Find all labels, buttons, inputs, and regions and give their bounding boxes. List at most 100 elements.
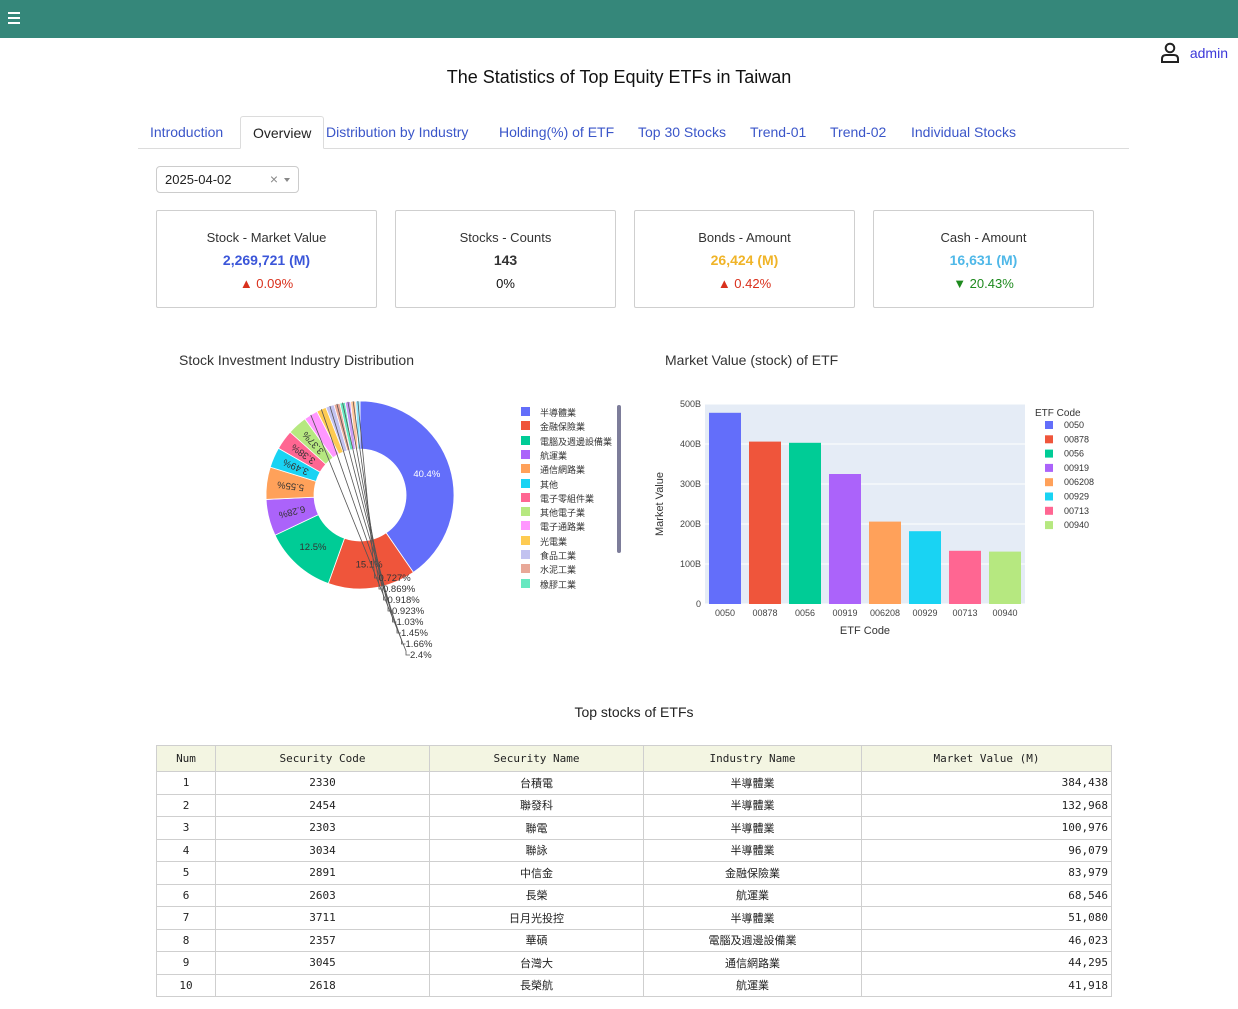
legend-swatch[interactable] bbox=[521, 449, 530, 459]
chevron-down-icon[interactable] bbox=[284, 178, 290, 182]
user-menu[interactable]: admin bbox=[1160, 42, 1228, 64]
legend-label[interactable]: 電子通路業 bbox=[540, 520, 585, 533]
cell-security-name: 日月光投控 bbox=[429, 906, 644, 930]
bar[interactable] bbox=[829, 474, 861, 604]
table-row[interactable]: 6 2603 長榮 航運業 68,546 bbox=[156, 883, 1112, 907]
legend-label[interactable]: 其他電子業 bbox=[540, 506, 585, 519]
tab-trend-01[interactable]: Trend-01 bbox=[738, 116, 818, 148]
legend-label[interactable]: 00929 bbox=[1064, 492, 1089, 502]
bar[interactable] bbox=[789, 442, 821, 604]
user-name-link[interactable]: admin bbox=[1190, 45, 1228, 61]
legend-swatch[interactable] bbox=[521, 507, 530, 517]
legend-label[interactable]: 金融保險業 bbox=[540, 420, 585, 433]
legend-swatch[interactable] bbox=[521, 578, 530, 588]
tab-trend-02[interactable]: Trend-02 bbox=[818, 116, 898, 148]
etf-bar-chart: 0 100B 200B 300B 400B 500B 0050 00878 0056 00919 0… bbox=[654, 399, 1094, 637]
legend-scrollbar[interactable] bbox=[617, 405, 621, 553]
bar[interactable] bbox=[709, 412, 741, 604]
col-industry-name[interactable]: Industry Name bbox=[643, 745, 862, 772]
tab-overview[interactable]: Overview bbox=[240, 116, 325, 149]
legend-label[interactable]: 電子零組件業 bbox=[540, 492, 594, 505]
legend-label[interactable]: 水泥工業 bbox=[540, 563, 576, 576]
legend-swatch[interactable] bbox=[521, 521, 530, 531]
legend-swatch[interactable] bbox=[521, 535, 530, 545]
table-row[interactable]: 4 3034 聯詠 半導體業 96,079 bbox=[156, 838, 1112, 862]
legend-swatch[interactable] bbox=[1045, 506, 1053, 515]
bar[interactable] bbox=[749, 441, 781, 604]
legend-swatch[interactable] bbox=[521, 564, 530, 574]
date-picker[interactable]: 2025-04-02 × bbox=[156, 166, 299, 193]
x-tick-label: 00940 bbox=[992, 608, 1017, 618]
legend-label[interactable]: 半導體業 bbox=[540, 406, 576, 419]
cell-industry-name: 半導體業 bbox=[643, 793, 862, 817]
tab-introduction[interactable]: Introduction bbox=[138, 116, 235, 148]
legend-swatch[interactable] bbox=[1045, 478, 1053, 487]
legend-swatch[interactable] bbox=[1045, 449, 1053, 458]
cell-security-name: 聯電 bbox=[429, 816, 644, 840]
legend-swatch[interactable] bbox=[1045, 521, 1053, 530]
legend-label[interactable]: 其他 bbox=[540, 478, 558, 491]
col-num[interactable]: Num bbox=[156, 745, 216, 772]
cell-security-code: 2891 bbox=[215, 861, 430, 885]
tab-individual-stocks[interactable]: Individual Stocks bbox=[899, 116, 1028, 148]
pie-value-label: 12.5% bbox=[300, 542, 327, 553]
bar[interactable] bbox=[989, 551, 1021, 604]
legend-label[interactable]: 食品工業 bbox=[540, 549, 576, 562]
table-row[interactable]: 8 2357 華碩 電腦及週邊設備業 46,023 bbox=[156, 928, 1112, 952]
cell-industry-name: 半導體業 bbox=[643, 771, 862, 795]
bar[interactable] bbox=[869, 521, 901, 604]
legend-label[interactable]: 電腦及週邊設備業 bbox=[540, 435, 612, 448]
pie-chart-title: Stock Investment Industry Distribution bbox=[179, 352, 414, 368]
legend-label[interactable]: 0050 bbox=[1064, 420, 1084, 430]
col-security-code[interactable]: Security Code bbox=[215, 745, 430, 772]
legend-label[interactable]: 006208 bbox=[1064, 477, 1094, 487]
industry-donut-chart: 40.4%15.1%12.5%6.28%5.55%3.49%3.38%3.37%… bbox=[265, 400, 455, 661]
legend-swatch[interactable] bbox=[1045, 492, 1053, 501]
cell-security-code: 2357 bbox=[215, 928, 430, 952]
legend-swatch[interactable] bbox=[521, 435, 530, 445]
legend-swatch[interactable] bbox=[1045, 435, 1053, 444]
legend-label[interactable]: 橡膠工業 bbox=[540, 578, 576, 591]
pie-value-label: 0.923% bbox=[392, 606, 425, 617]
legend-swatch[interactable] bbox=[521, 492, 530, 502]
legend-swatch[interactable] bbox=[521, 550, 530, 559]
card-value: 2,269,721 (M) bbox=[222, 252, 311, 268]
legend-swatch[interactable] bbox=[1045, 463, 1053, 472]
table-row[interactable]: 1 2330 台積電 半導體業 384,438 bbox=[156, 771, 1112, 795]
clear-icon[interactable]: × bbox=[270, 167, 278, 192]
hamburger-menu-icon[interactable] bbox=[8, 12, 20, 25]
legend-label[interactable]: 航運業 bbox=[540, 449, 567, 462]
bar[interactable] bbox=[909, 531, 941, 604]
legend-label[interactable]: 00713 bbox=[1064, 506, 1089, 516]
table-row[interactable]: 10 2618 長榮航 航運業 41,918 bbox=[156, 973, 1112, 997]
legend-swatch[interactable] bbox=[521, 407, 530, 416]
cell-num: 1 bbox=[156, 771, 216, 795]
pie-value-label: 1.66% bbox=[406, 639, 433, 650]
legend-label[interactable]: 光電業 bbox=[540, 535, 567, 548]
legend-swatch[interactable] bbox=[521, 421, 530, 431]
legend-label[interactable]: 00878 bbox=[1064, 434, 1089, 444]
table-row[interactable]: 5 2891 中信金 金融保險業 83,979 bbox=[156, 861, 1112, 885]
y-tick-label: 100B bbox=[680, 559, 701, 569]
tab-holding-of-etf[interactable]: Holding(%) of ETF bbox=[487, 116, 626, 148]
col-security-name[interactable]: Security Name bbox=[429, 745, 644, 772]
legend-label[interactable]: 0056 bbox=[1064, 449, 1084, 459]
legend-label[interactable]: 00919 bbox=[1064, 463, 1089, 473]
col-market-value[interactable]: Market Value (M) bbox=[861, 745, 1112, 772]
tab-top-30-stocks[interactable]: Top 30 Stocks bbox=[626, 116, 738, 148]
legend-swatch[interactable] bbox=[1045, 421, 1053, 429]
legend-label[interactable]: 通信網路業 bbox=[540, 463, 585, 476]
table-row[interactable]: 9 3045 台灣大 通信網路業 44,295 bbox=[156, 951, 1112, 975]
table-row[interactable]: 3 2303 聯電 半導體業 100,976 bbox=[156, 816, 1112, 840]
stat-card-stock-market-value: Stock - Market Value 2,269,721 (M) ▲ 0.0… bbox=[156, 210, 377, 308]
table-row[interactable]: 2 2454 聯發科 半導體業 132,968 bbox=[156, 793, 1112, 817]
tab-distribution-by-industry[interactable]: Distribution by Industry bbox=[314, 116, 480, 148]
card-delta: ▲ 0.42% bbox=[717, 276, 772, 291]
legend-label[interactable]: 00940 bbox=[1064, 520, 1089, 530]
bar[interactable] bbox=[949, 550, 981, 604]
cell-security-name: 長榮 bbox=[429, 883, 644, 907]
cell-market-value: 68,546 bbox=[861, 883, 1112, 907]
legend-swatch[interactable] bbox=[521, 478, 530, 488]
legend-swatch[interactable] bbox=[521, 464, 530, 474]
table-row[interactable]: 7 3711 日月光投控 半導體業 51,080 bbox=[156, 906, 1112, 930]
